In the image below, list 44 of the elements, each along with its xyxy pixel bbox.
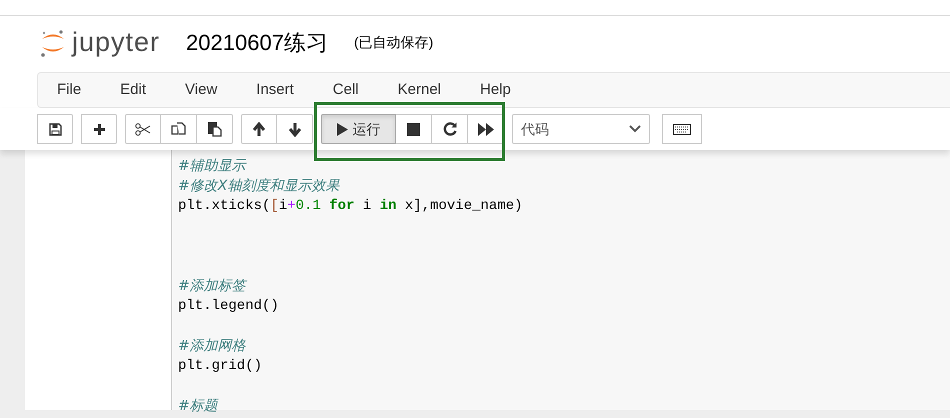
notebook-title[interactable]: 20210607练习 (186, 26, 328, 59)
menu-item[interactable]: Insert (256, 78, 294, 102)
code-line: #标题 (178, 397, 220, 416)
save-button[interactable] (37, 114, 73, 144)
keyboard-icon (673, 124, 691, 134)
code-line: plt.legend() (178, 297, 280, 316)
code-line: #添加网格 (178, 337, 247, 356)
keyboard-button[interactable] (662, 114, 702, 144)
refresh-button[interactable] (432, 114, 468, 144)
cell-type-dropdown[interactable]: 代码 (512, 114, 650, 144)
fast-forward-icon (478, 122, 494, 136)
autosave-status: (已自动保存) (354, 33, 434, 52)
menu-item[interactable]: View (185, 78, 218, 102)
arrow-down-button[interactable] (277, 114, 313, 144)
refresh-icon (442, 122, 456, 136)
copy-icon (171, 122, 186, 136)
code-line: #修改X轴刻度和显示效果 (178, 177, 341, 196)
menu-item[interactable]: Cell (332, 78, 359, 102)
stop-button[interactable] (396, 114, 432, 144)
fast-forward-button[interactable] (468, 114, 504, 144)
scissors-button[interactable] (125, 114, 161, 144)
copy-button[interactable] (161, 114, 197, 144)
save-icon (48, 122, 62, 136)
code-line: #添加标签 (178, 277, 248, 296)
menu-item[interactable]: Edit (120, 78, 146, 102)
code-line: #辅助显示 (178, 157, 248, 176)
plus-icon (92, 122, 106, 136)
arrow-up-icon (252, 122, 266, 136)
plus-button[interactable] (81, 114, 117, 144)
play-icon (336, 122, 348, 136)
code-line: plt.xticks([i+0.1 for i in x],movie_name) (178, 197, 524, 216)
paste-icon (207, 121, 222, 137)
menu-item[interactable]: Help (480, 78, 511, 102)
menu-item[interactable]: Kernel (398, 78, 441, 102)
menu-item[interactable]: File (57, 78, 82, 102)
scissors-icon (135, 122, 151, 136)
chevron-down-icon (629, 125, 641, 133)
arrow-up-button[interactable] (241, 114, 277, 144)
paste-button[interactable] (197, 114, 233, 144)
stop-icon (407, 122, 420, 136)
jupyter-logo[interactable]: jupyter (40, 22, 160, 63)
arrow-down-icon (288, 122, 302, 136)
run-button[interactable]: 运行 (321, 114, 396, 144)
code-line: plt.grid() (178, 357, 264, 376)
